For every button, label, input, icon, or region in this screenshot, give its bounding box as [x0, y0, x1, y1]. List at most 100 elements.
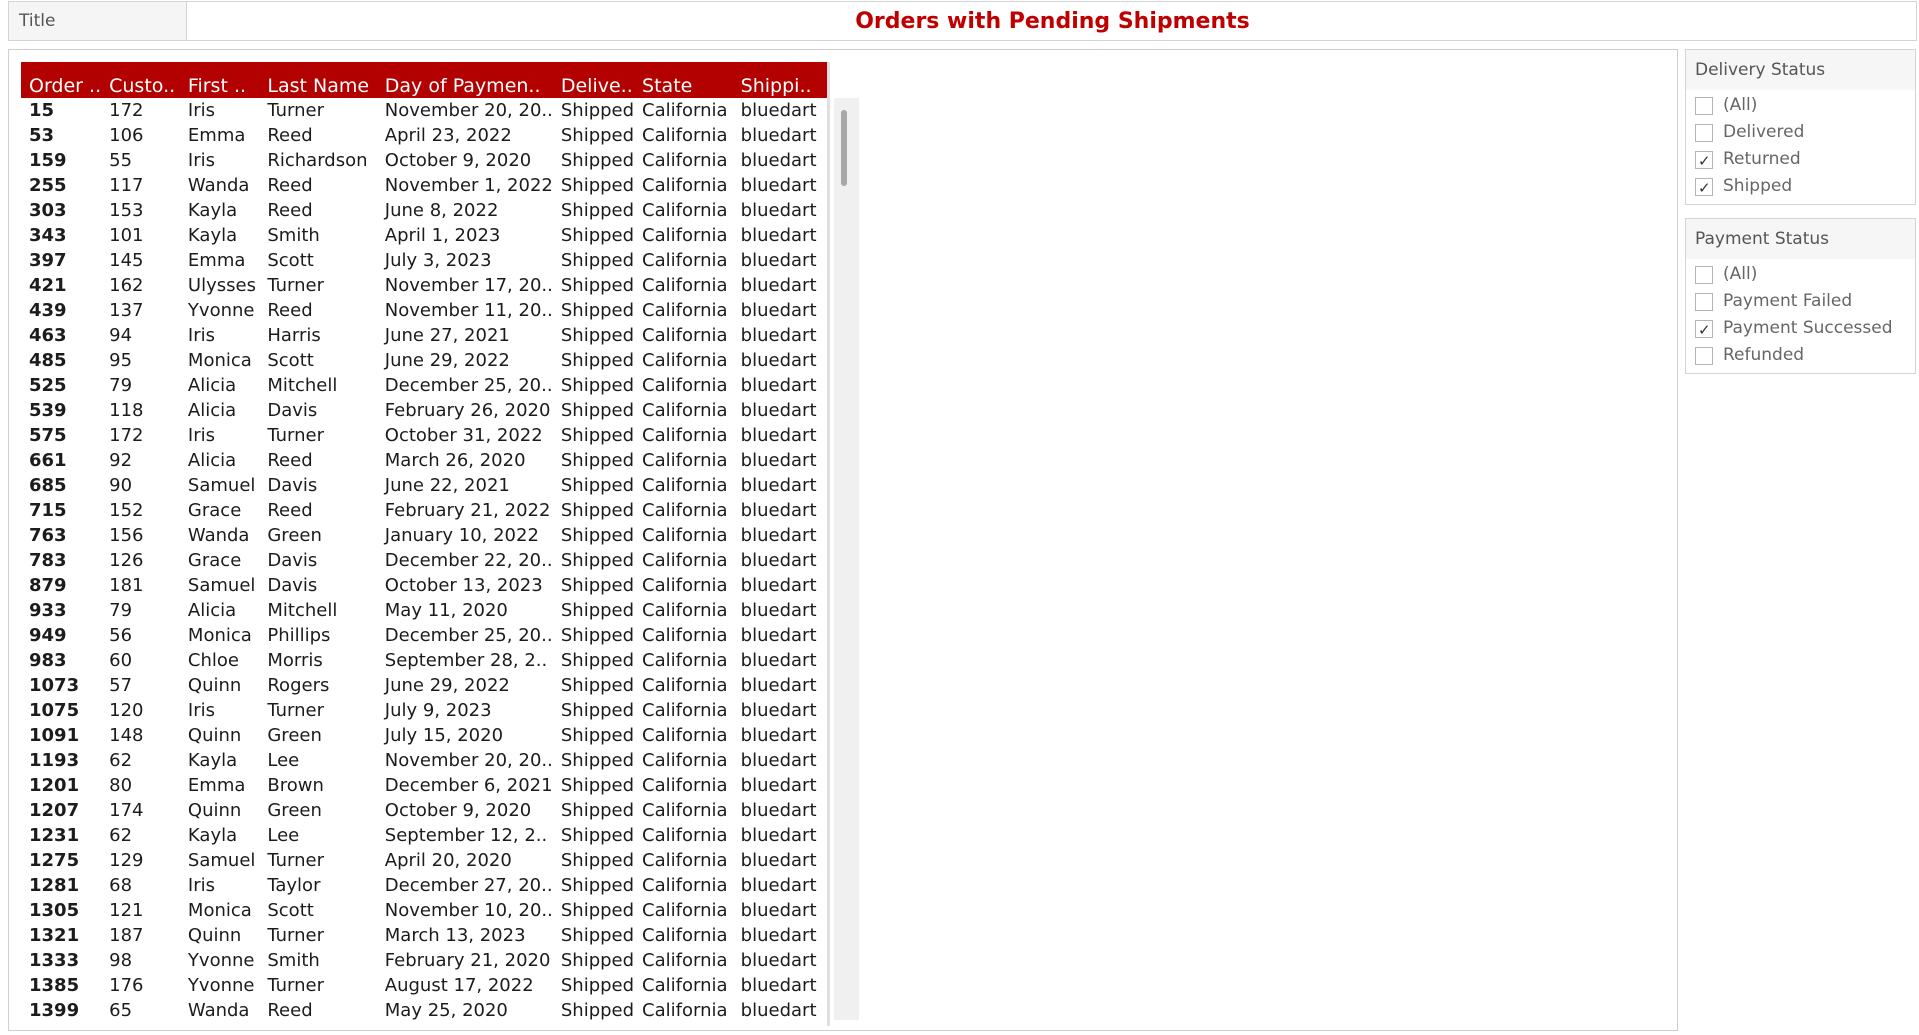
table-row[interactable]: 685 90 Samuel Davis June 22, 2021 Shipped Cali…	[21, 473, 829, 498]
filter-option[interactable]: Returned	[1686, 146, 1915, 175]
table-cell: 162	[109, 275, 144, 296]
column-header[interactable]: State	[634, 62, 733, 98]
table-cell: 62	[109, 825, 133, 846]
filter-option[interactable]: Delivered	[1686, 119, 1915, 146]
filter-title: Payment Status	[1686, 219, 1915, 259]
column-header[interactable]: Order ..	[21, 62, 102, 98]
filter-option[interactable]: Payment Successed	[1686, 315, 1915, 344]
table-row[interactable]: 1385 176 Yvonne Turner August 17, 2022 Shippe…	[21, 973, 829, 998]
checkbox-icon[interactable]	[1695, 346, 1713, 365]
table-cell: Mitchell	[267, 375, 338, 396]
table-cell: Monica	[187, 350, 252, 371]
table-cell: October 13, 2023	[384, 575, 543, 596]
table-row[interactable]: 53 106 Emma Reed April 23, 2022 Shipped Califo…	[21, 123, 829, 148]
table-row[interactable]: 763 156 Wanda Green January 10, 2022 Shipped C…	[21, 523, 829, 548]
table-cell: 397	[29, 250, 67, 271]
vertical-scrollbar[interactable]	[834, 98, 859, 1020]
table-cell: Taylor	[267, 875, 321, 896]
table-cell: Mitchell	[267, 600, 338, 621]
filter-option[interactable]: Payment Failed	[1686, 288, 1915, 315]
table-cell: 92	[109, 450, 133, 471]
table-row[interactable]: 879 181 Samuel Davis October 13, 2023 Shipped…	[21, 573, 829, 598]
table-row[interactable]: 15 172 Iris Turner November 20, 20.. Shipped C…	[21, 98, 829, 123]
column-header[interactable]: Custo..	[101, 62, 180, 98]
table-row[interactable]: 255 117 Wanda Reed November 1, 2022 Shipped Ca…	[21, 173, 829, 198]
column-header[interactable]: First ..	[179, 62, 260, 98]
checkbox-icon[interactable]	[1695, 265, 1713, 284]
table-cell: 1333	[29, 950, 80, 971]
table-cell: Turner	[267, 975, 324, 996]
table-cell: Shipped	[560, 650, 635, 671]
table-cell: Quinn	[187, 800, 242, 821]
table-cell: Reed	[267, 200, 313, 221]
table-cell: 95	[109, 350, 133, 371]
checkbox-icon[interactable]	[1695, 123, 1713, 142]
table-row[interactable]: 575 172 Iris Turner October 31, 2022 Shipped C…	[21, 423, 829, 448]
table-row[interactable]: 1333 98 Yvonne Smith February 21, 2020 Shippe…	[21, 948, 829, 973]
table-cell: 1305	[29, 900, 80, 921]
table-row[interactable]: 1275 129 Samuel Turner April 20, 2020 Shipped…	[21, 848, 829, 873]
column-header[interactable]: Day of Paymen..	[376, 62, 553, 98]
table-row[interactable]: 1073 57 Quinn Rogers June 29, 2022 Shipped Cal…	[21, 673, 829, 698]
filter-option[interactable]: Shipped	[1686, 173, 1915, 202]
table-cell: Iris	[187, 150, 216, 171]
table-cell: Shipped	[560, 575, 635, 596]
table-row[interactable]: 983 60 Chloe Morris September 28, 2.. Shipped…	[21, 648, 829, 673]
table-row[interactable]: 1281 68 Iris Taylor December 27, 20.. Shipped…	[21, 873, 829, 898]
table-row[interactable]: 661 92 Alicia Reed March 26, 2020 Shipped Cali…	[21, 448, 829, 473]
table-row[interactable]: 1075 120 Iris Turner July 9, 2023 Shipped Cali…	[21, 698, 829, 723]
table-body: 15 172 Iris Turner November 20, 20.. Shipped C…	[21, 98, 829, 1023]
table-cell: October 9, 2020	[384, 150, 532, 171]
table-row[interactable]: 783 126 Grace Davis December 22, 20.. Shipped…	[21, 548, 829, 573]
table-row[interactable]: 463 94 Iris Harris June 27, 2021 Shipped Calif…	[21, 323, 829, 348]
table-row[interactable]: 933 79 Alicia Mitchell May 11, 2020 Shipped Ca…	[21, 598, 829, 623]
table-cell: bluedart	[740, 150, 817, 171]
checkbox-icon[interactable]	[1695, 96, 1713, 115]
table-row[interactable]: 1321 187 Quinn Turner March 13, 2023 Shipped C…	[21, 923, 829, 948]
table-row[interactable]: 539 118 Alicia Davis February 26, 2020 Shippe…	[21, 398, 829, 423]
table-cell: 763	[29, 525, 67, 546]
table-cell: 98	[109, 950, 133, 971]
checkbox-icon[interactable]	[1695, 292, 1713, 311]
table-cell: bluedart	[740, 575, 817, 596]
column-header[interactable]: Last Name	[259, 62, 377, 98]
table-cell: 56	[109, 625, 133, 646]
scrollbar-thumb[interactable]	[841, 110, 847, 186]
table-row[interactable]: 715 152 Grace Reed February 21, 2022 Shipped C…	[21, 498, 829, 523]
table-row[interactable]: 1305 121 Monica Scott November 10, 20.. Shipp…	[21, 898, 829, 923]
checkbox-checked-icon[interactable]	[1695, 175, 1713, 202]
table-row[interactable]: 485 95 Monica Scott June 29, 2022 Shipped Cali…	[21, 348, 829, 373]
table-row[interactable]: 1193 62 Kayla Lee November 20, 20.. Shipped Ca…	[21, 748, 829, 773]
table-row[interactable]: 343 101 Kayla Smith April 1, 2023 Shipped Cali…	[21, 223, 829, 248]
table-row[interactable]: 525 79 Alicia Mitchell December 25, 20.. Ship…	[21, 373, 829, 398]
filter-option[interactable]: Refunded	[1686, 342, 1915, 369]
table-cell: Wanda	[187, 525, 250, 546]
table-row[interactable]: 159 55 Iris Richardson October 9, 2020 Shippe…	[21, 148, 829, 173]
table-row[interactable]: 1207 174 Quinn Green October 9, 2020 Shipped C…	[21, 798, 829, 823]
column-header[interactable]: Delive..	[552, 62, 635, 98]
filter-option[interactable]: (All)	[1686, 92, 1915, 119]
table-cell: Grace	[187, 550, 242, 571]
table-row[interactable]: 949 56 Monica Phillips December 25, 20.. Ship…	[21, 623, 829, 648]
table-cell: July 3, 2023	[384, 250, 492, 271]
checkbox-checked-icon[interactable]	[1695, 148, 1713, 175]
table-row[interactable]: 421 162 Ulysses Turner November 17, 20.. Ship…	[21, 273, 829, 298]
table-row[interactable]: 1091 148 Quinn Green July 15, 2020 Shipped Cal…	[21, 723, 829, 748]
table-cell: Samuel	[187, 475, 256, 496]
table-cell: Shipped	[560, 225, 635, 246]
table-cell: California	[642, 975, 728, 996]
checkbox-checked-icon[interactable]	[1695, 317, 1713, 344]
table-row[interactable]: 397 145 Emma Scott July 3, 2023 Shipped Califo…	[21, 248, 829, 273]
table-row[interactable]: 303 153 Kayla Reed June 8, 2022 Shipped Califo…	[21, 198, 829, 223]
table-cell: 949	[29, 625, 67, 646]
column-header[interactable]: Shippi..	[732, 62, 829, 98]
filter-option-label: Delivered	[1723, 122, 1805, 142]
table-cell: 118	[109, 400, 144, 421]
table-cell: Shipped	[560, 175, 635, 196]
table-row[interactable]: 1399 65 Wanda Reed May 25, 2020 Shipped Califo…	[21, 998, 829, 1023]
filter-option[interactable]: (All)	[1686, 261, 1915, 288]
table-cell: Wanda	[187, 1000, 250, 1021]
table-row[interactable]: 439 137 Yvonne Reed November 11, 20.. Shipped…	[21, 298, 829, 323]
table-row[interactable]: 1231 62 Kayla Lee September 12, 2.. Shipped Ca…	[21, 823, 829, 848]
table-row[interactable]: 1201 80 Emma Brown December 6, 2021 Shipped Ca…	[21, 773, 829, 798]
